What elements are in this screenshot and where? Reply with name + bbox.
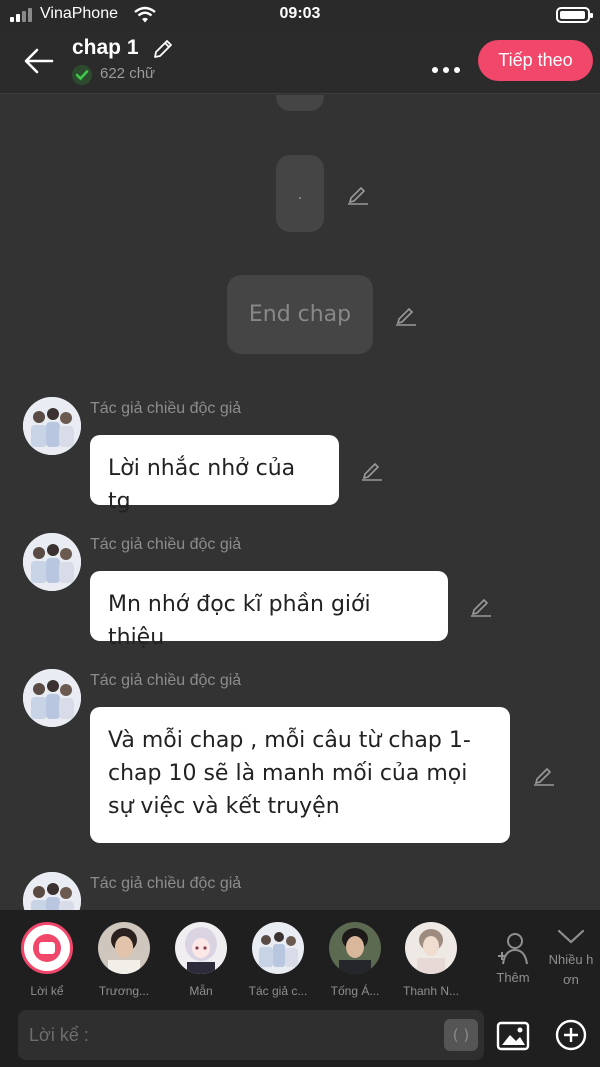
message-bubble[interactable]: Lời nhắc nhở của tg xyxy=(90,435,339,514)
message-input[interactable] xyxy=(18,1010,438,1060)
character-bar: Lời kể Trương... Mẫn Tác giả c... Tống Á… xyxy=(0,910,600,1067)
image-icon[interactable] xyxy=(496,1021,530,1051)
message-bubble[interactable]: Và mỗi chap , mỗi câu từ chap 1-chap 10 … xyxy=(90,707,510,843)
more-characters-label-2: ơn xyxy=(563,972,579,987)
more-options-icon[interactable] xyxy=(432,58,465,77)
edit-icon[interactable] xyxy=(346,183,370,207)
top-bar: chap 1 622 chữ Tiếp theo xyxy=(0,30,600,94)
character-name: Tống Á... xyxy=(330,984,380,998)
character-item[interactable]: Tác giả c... xyxy=(240,922,316,998)
chapter-title: chap 1 xyxy=(72,36,139,59)
edit-icon[interactable] xyxy=(469,595,493,619)
character-name: Tác giả c... xyxy=(248,984,308,998)
add-character-label: Thêm xyxy=(496,970,530,985)
back-arrow-icon[interactable] xyxy=(22,46,56,76)
chevron-down-icon xyxy=(557,929,585,944)
message-text: Và mỗi chap , mỗi câu từ chap 1-chap 10 … xyxy=(108,728,471,819)
character-item[interactable]: Tống Á... xyxy=(317,922,393,998)
add-person-icon xyxy=(498,933,528,965)
more-characters-label: Nhiều h xyxy=(548,952,594,967)
character-name: Thanh N... xyxy=(402,984,460,998)
author-avatar[interactable] xyxy=(23,397,81,455)
avatar xyxy=(252,922,304,974)
message-text: Lời nhắc nhở của tg xyxy=(108,456,296,514)
status-bar: VinaPhone 09:03 xyxy=(0,0,600,30)
character-narrator[interactable]: Lời kể xyxy=(9,922,85,998)
edit-icon[interactable] xyxy=(394,304,418,328)
clock: 09:03 xyxy=(279,5,321,22)
character-item[interactable]: Trương... xyxy=(86,922,162,998)
edit-icon[interactable] xyxy=(532,764,556,788)
add-character-button[interactable]: Thêm xyxy=(490,930,536,985)
narration-bubble[interactable]: . xyxy=(276,155,324,232)
speaker-name: Tác giả chiều độc giả xyxy=(90,875,242,892)
emoji-button[interactable]: ( ) xyxy=(444,1019,478,1051)
next-button[interactable]: Tiếp theo xyxy=(478,40,593,81)
avatar xyxy=(98,922,150,974)
message-bubble[interactable]: Mn nhớ đọc kĩ phần giới thiệu xyxy=(90,571,448,650)
narrator-icon xyxy=(21,922,73,974)
avatar xyxy=(405,922,457,974)
edit-title-icon[interactable] xyxy=(152,38,174,60)
character-item[interactable]: Mẫn xyxy=(163,922,239,998)
character-name: Mẫn xyxy=(189,984,213,998)
narration-bubble[interactable]: End chap xyxy=(227,275,373,354)
narration-text: . xyxy=(297,184,303,203)
character-name: Trương... xyxy=(98,984,150,998)
author-avatar[interactable] xyxy=(23,669,81,727)
speaker-name: Tác giả chiều độc giả xyxy=(90,536,242,553)
narration-text: End chap xyxy=(248,302,352,327)
word-count: 622 chữ xyxy=(100,65,156,82)
avatar xyxy=(329,922,381,974)
more-characters-button[interactable]: Nhiều h ơn xyxy=(543,926,599,990)
message-composer: ( ) xyxy=(18,1010,484,1060)
author-avatar[interactable] xyxy=(23,872,81,910)
chat-area[interactable]: . End chap Tác giả chiều độc giả Lời nhắ… xyxy=(0,95,600,910)
character-name: Lời kể xyxy=(30,984,64,998)
message-text: Mn nhớ đọc kĩ phần giới thiệu xyxy=(108,592,371,650)
battery-icon xyxy=(556,7,593,23)
add-circle-icon[interactable] xyxy=(554,1018,588,1052)
saved-check-icon xyxy=(72,65,92,85)
narration-bubble[interactable] xyxy=(276,95,324,111)
character-item[interactable]: Thanh N... xyxy=(393,922,469,998)
avatar xyxy=(175,922,227,974)
edit-icon[interactable] xyxy=(360,459,384,483)
author-avatar[interactable] xyxy=(23,533,81,591)
speaker-name: Tác giả chiều độc giả xyxy=(90,400,242,417)
speaker-name: Tác giả chiều độc giả xyxy=(90,672,242,689)
